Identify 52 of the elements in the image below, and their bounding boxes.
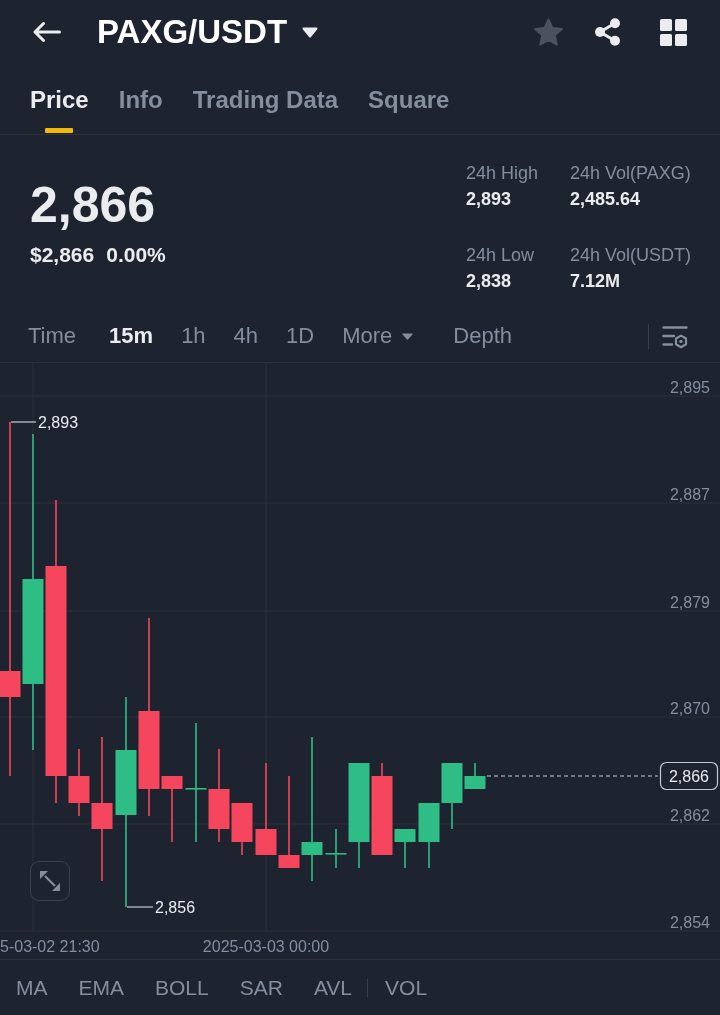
time-axis-label: 5-03-02 21:30 <box>0 938 100 955</box>
last-price-tag: 2,866 <box>659 761 719 791</box>
stat-value: 2,893 <box>466 188 513 211</box>
expand-button[interactable] <box>30 861 70 901</box>
indicator-option[interactable]: VOL <box>385 974 428 1001</box>
stat-value: 2,485.64 <box>570 188 642 211</box>
interval-tab[interactable]: 4h <box>233 323 259 350</box>
price-axis-label: 2,854 <box>669 914 710 931</box>
price-axis-label: 2,887 <box>669 486 710 503</box>
expand-arrows-icon <box>39 870 61 892</box>
pair-title[interactable]: PAXG/USDT <box>97 13 288 51</box>
tab[interactable]: Info <box>118 67 163 133</box>
tab[interactable]: Trading Data <box>192 67 339 133</box>
dropdown-caret-icon <box>402 333 414 340</box>
stat-label: 24h Low <box>466 244 536 267</box>
tab[interactable]: Price <box>30 67 89 133</box>
share-icon[interactable] <box>595 18 620 46</box>
price-axis-label: 2,895 <box>669 379 710 396</box>
indicator-option[interactable]: AVL <box>313 974 353 1001</box>
interval-tab[interactable]: 1h <box>181 323 206 350</box>
stat-label: 24h Vol(USDT) <box>570 244 693 267</box>
high-price-label: 2,893 <box>38 414 79 431</box>
price-axis-label: 2,879 <box>669 594 710 611</box>
candle <box>418 802 440 869</box>
leader-line <box>10 421 37 423</box>
stat-value: 7.12M <box>570 270 622 293</box>
last-price: 2,866 <box>30 178 157 233</box>
change-percent: 0.00% <box>106 242 166 268</box>
low-price-label: 2,856 <box>155 899 196 916</box>
indicator-option[interactable]: BOLL <box>155 974 209 1001</box>
grid-icon[interactable] <box>660 18 687 46</box>
stat-label: 24h High <box>466 162 540 185</box>
star-icon[interactable] <box>534 18 563 46</box>
caret-icon[interactable] <box>302 26 319 38</box>
interval-tab[interactable]: 1D <box>286 323 315 350</box>
time-axis-label: 2025-03-03 00:00 <box>202 938 330 955</box>
leader-line <box>126 906 154 908</box>
chart-settings-icon[interactable] <box>662 324 688 349</box>
indicator-option[interactable]: MA <box>16 974 48 1001</box>
price-axis-label: 2,870 <box>669 700 710 717</box>
back-arrow-icon[interactable] <box>33 22 61 42</box>
price-axis-label: 2,862 <box>669 807 710 824</box>
tab[interactable]: Square <box>368 67 450 133</box>
indicator-option[interactable]: SAR <box>239 974 283 1001</box>
interval-tab[interactable]: Time <box>28 323 77 350</box>
stat-value: 2,838 <box>466 270 513 293</box>
interval-dropdown[interactable]: More <box>342 323 414 350</box>
interval-tab[interactable]: 15m <box>109 323 154 350</box>
usd-price: $2,866 <box>30 242 95 268</box>
stat-label: 24h Vol(PAXG) <box>570 162 692 185</box>
indicator-option[interactable]: EMA <box>78 974 124 1001</box>
view-tab[interactable]: Depth <box>453 323 513 350</box>
